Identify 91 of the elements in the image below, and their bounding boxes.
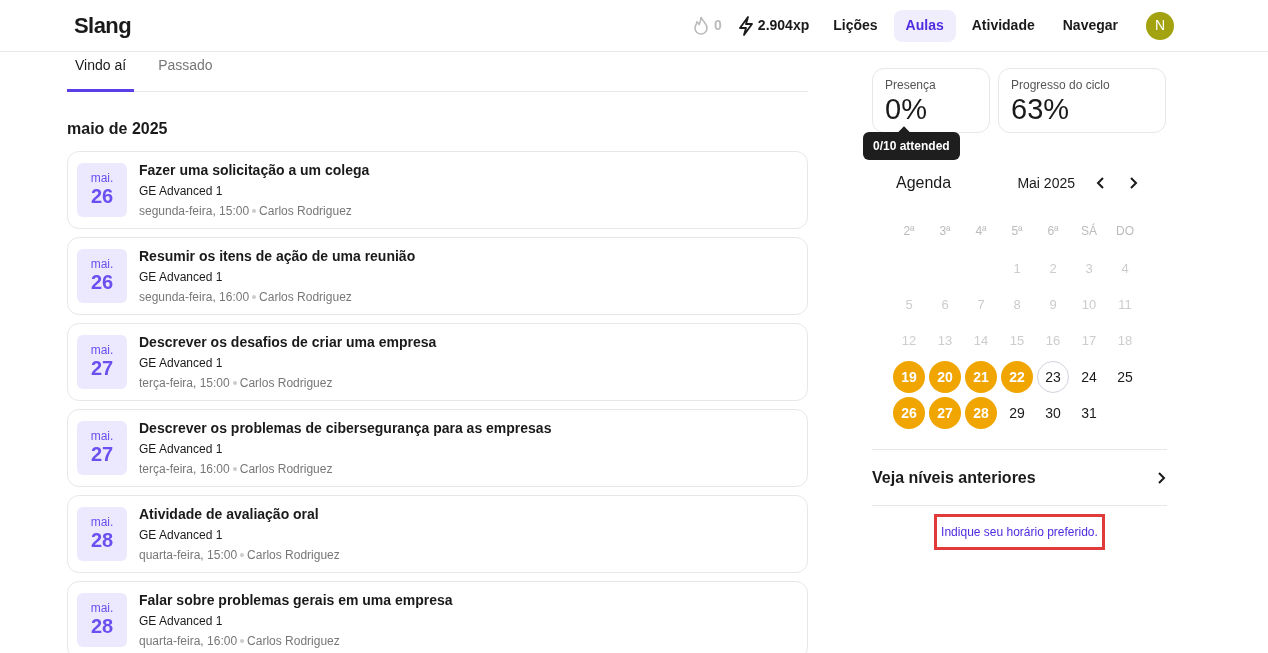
badge-day: 27	[90, 441, 114, 467]
nav-link[interactable]: Navegar	[1050, 9, 1130, 42]
teacher-name: Carlos Rodriguez	[247, 546, 340, 564]
nav-link[interactable]: Aulas	[893, 9, 956, 42]
badge-day: 27	[90, 355, 114, 381]
tooltip: 0/10 attended	[863, 132, 960, 160]
chevron-right-icon[interactable]	[1127, 176, 1139, 190]
lesson-title: Descrever os problemas de cibersegurança para as empresas	[139, 418, 552, 438]
teacher-name: Carlos Rodriguez	[259, 202, 352, 220]
lesson-time: quarta-feira, 16:00	[139, 632, 238, 650]
lesson-title: Resumir os itens de ação de uma reunião	[139, 246, 416, 266]
calendar-day[interactable]: 31	[1081, 402, 1097, 424]
calendar-day[interactable]: 24	[1081, 366, 1097, 388]
calendar-day[interactable]: 21	[965, 361, 997, 393]
calendar-day[interactable]: 30	[1045, 402, 1061, 424]
avatar[interactable]: N	[1146, 11, 1174, 40]
chevron-right-icon[interactable]	[1155, 470, 1167, 485]
lesson-title: Fazer uma solicitação a um colega	[139, 160, 370, 180]
agenda-title: Agenda	[896, 173, 952, 193]
lesson-title: Atividade de avaliação oral	[139, 504, 320, 524]
dot-separator	[252, 294, 257, 299]
xp-count: 2.904xp	[757, 16, 810, 35]
dot-separator	[252, 208, 257, 213]
course-name: GE Advanced 1	[139, 440, 224, 458]
calendar-day[interactable]: 20	[929, 361, 961, 393]
badge-month: mai.	[90, 515, 114, 528]
weekday-label: 2ª	[903, 223, 915, 240]
lesson-title: Descrever os desafios de criar uma empresa	[139, 332, 437, 352]
dot-separator	[240, 638, 245, 643]
calendar-day[interactable]: 26	[893, 397, 925, 429]
course-name: GE Advanced 1	[139, 268, 224, 286]
logo[interactable]: Slang	[74, 9, 132, 42]
month-heading: maio de 2025	[67, 119, 169, 139]
preferred-time-link[interactable]: Indique seu horário preferido.	[934, 514, 1105, 550]
lesson-card[interactable]: mai. 27 Descrever os problemas de cibersegurança para as empresas GE Advanced 1 terça-feira, 16:00 Carlos Rodriguez	[67, 409, 808, 487]
badge-day: 26	[90, 269, 114, 295]
course-name: GE Advanced 1	[139, 182, 224, 200]
teacher-name: Carlos Rodriguez	[247, 632, 340, 650]
lightning-icon	[737, 15, 754, 36]
tab[interactable]: Passado	[150, 52, 221, 92]
tab[interactable]: Vindo aí	[67, 52, 135, 92]
lesson-time: terça-feira, 15:00	[139, 374, 230, 392]
dot-separator	[232, 466, 237, 471]
lesson-card[interactable]: mai. 26 Fazer uma solicitação a um colega GE Advanced 1 segunda-feira, 15:00 Carlos Rodriguez	[67, 151, 808, 229]
weekday-label: 3ª	[939, 223, 951, 240]
lesson-card[interactable]: mai. 26 Resumir os itens de ação de uma reunião GE Advanced 1 segunda-feira, 16:00 Carlos Rodriguez	[67, 237, 808, 315]
course-name: GE Advanced 1	[139, 354, 224, 372]
flame-icon	[692, 15, 711, 36]
badge-month: mai.	[90, 429, 114, 442]
dot-separator	[232, 380, 237, 385]
weekday-label: DO	[1116, 223, 1134, 240]
teacher-name: Carlos Rodriguez	[239, 460, 333, 478]
lesson-card[interactable]: mai. 27 Descrever os desafios de criar uma empresa GE Advanced 1 terça-feira, 15:00 Carlos Rodriguez	[67, 323, 808, 401]
course-name: GE Advanced 1	[139, 612, 224, 630]
calendar-day[interactable]: 28	[965, 397, 997, 429]
calendar-day[interactable]: 22	[1001, 361, 1033, 393]
badge-month: mai.	[90, 601, 114, 614]
calendar-day[interactable]: 27	[929, 397, 961, 429]
badge-day: 28	[90, 613, 114, 639]
calendar-day[interactable]: 19	[893, 361, 925, 393]
lesson-time: terça-feira, 16:00	[139, 460, 230, 478]
weekday-label: 4ª	[975, 223, 987, 240]
lesson-time: quarta-feira, 15:00	[139, 546, 238, 564]
stat-value: 0%	[885, 94, 928, 124]
weekday-label: SÁ	[1081, 222, 1097, 240]
lesson-card[interactable]: mai. 28 Atividade de avaliação oral GE Advanced 1 quarta-feira, 15:00 Carlos Rodriguez	[67, 495, 808, 573]
lesson-title: Falar sobre problemas gerais em uma empresa	[139, 590, 453, 610]
nav-link[interactable]: Lições	[821, 9, 890, 42]
badge-month: mai.	[90, 343, 114, 356]
stat-value: 63%	[1011, 94, 1071, 124]
teacher-name: Carlos Rodriguez	[259, 288, 352, 306]
calendar-month: Mai 2025	[1017, 173, 1075, 193]
badge-month: mai.	[90, 257, 114, 270]
calendar-day[interactable]: 25	[1117, 366, 1133, 388]
nav-link[interactable]: Atividade	[959, 9, 1047, 42]
course-name: GE Advanced 1	[139, 526, 224, 544]
lesson-time: segunda-feira, 15:00	[139, 202, 250, 220]
weekday-label: 5ª	[1011, 223, 1023, 240]
weekday-label: 6ª	[1047, 223, 1059, 240]
badge-day: 28	[90, 527, 114, 553]
badge-month: mai.	[90, 171, 114, 184]
lesson-time: segunda-feira, 16:00	[139, 288, 250, 306]
streak-count: 0	[714, 16, 722, 35]
stat-label: Presença	[885, 77, 937, 94]
calendar-day[interactable]: 29	[1009, 402, 1025, 424]
stat-label: Progresso do ciclo	[1011, 77, 1111, 94]
dot-separator	[240, 552, 245, 557]
teacher-name: Carlos Rodriguez	[239, 374, 333, 392]
previous-levels-link[interactable]: Veja níveis anteriores	[872, 465, 1036, 490]
chevron-left-icon[interactable]	[1095, 176, 1107, 190]
badge-day: 26	[90, 183, 114, 209]
